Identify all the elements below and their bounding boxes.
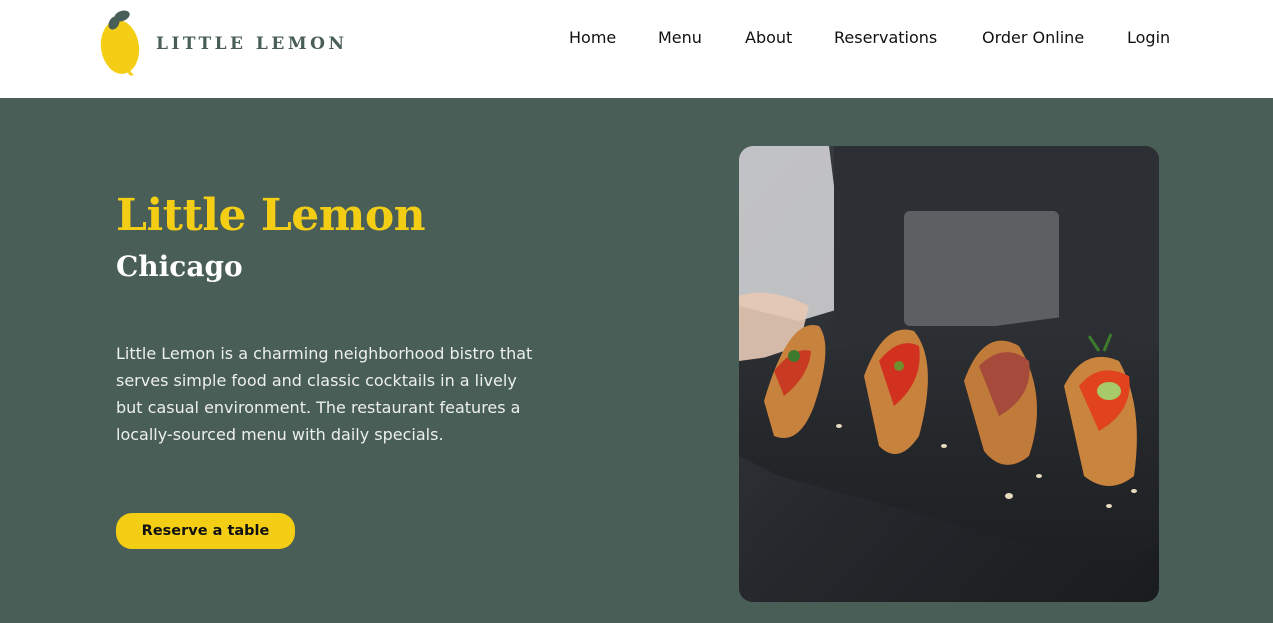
hero-food-photo — [739, 146, 1159, 602]
nav-item-menu[interactable]: Menu — [658, 28, 702, 47]
nav-item-order-online[interactable]: Order Online — [982, 28, 1084, 47]
main-nav: Home Menu About Reservations Order Onlin… — [0, 28, 1273, 54]
nav-item-login[interactable]: Login — [1127, 28, 1170, 47]
nav-item-reservations[interactable]: Reservations — [834, 28, 937, 47]
nav-item-about[interactable]: About — [745, 28, 792, 47]
hero-description: Little Lemon is a charming neighborhood … — [116, 344, 533, 444]
hero-section: Little Lemon Chicago Little Lemon is a c… — [0, 98, 1273, 623]
nav-item-home[interactable]: Home — [569, 28, 616, 47]
reserve-table-button[interactable]: Reserve a table — [116, 513, 295, 549]
hero-title: Little Lemon — [116, 190, 426, 241]
hero-subtitle: Chicago — [116, 250, 243, 283]
site-header: LITTLE LEMON Home Menu About Reservation… — [0, 0, 1273, 98]
